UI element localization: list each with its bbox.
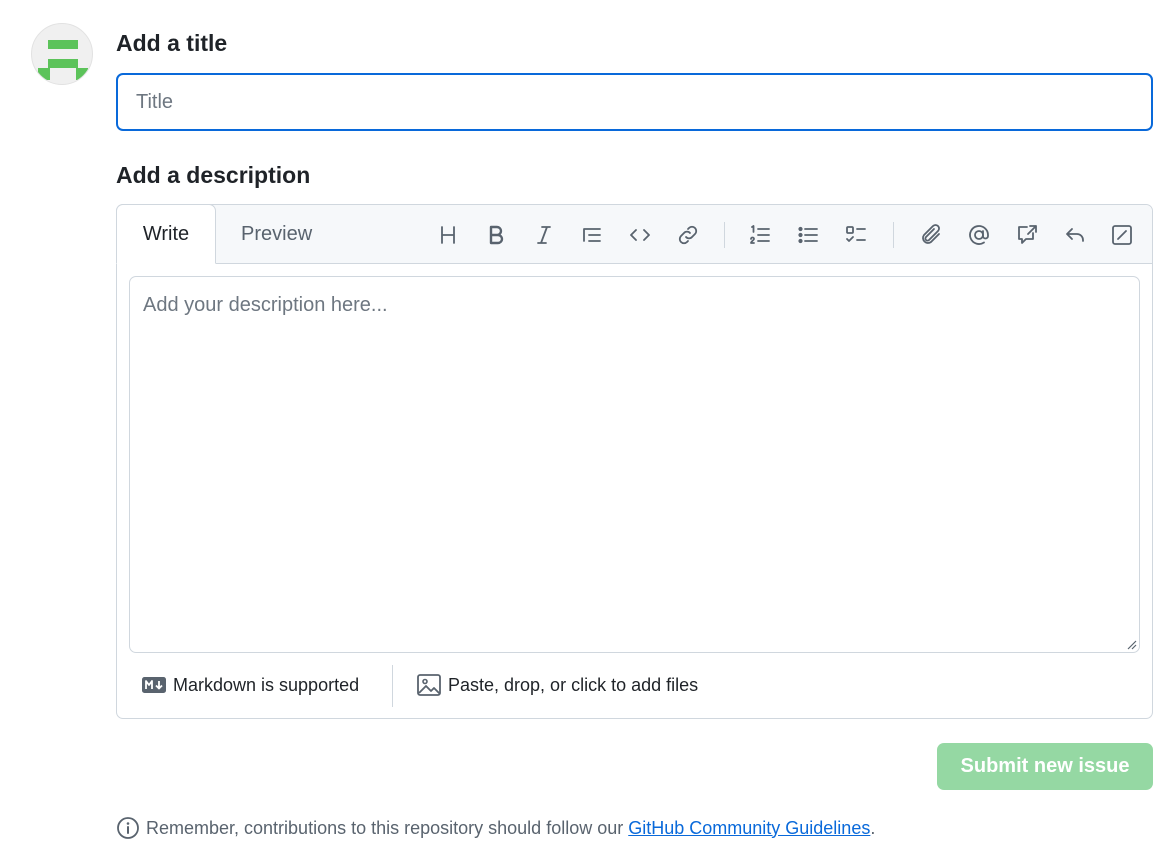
reference-icon[interactable] (1013, 221, 1041, 249)
toolbar-divider (724, 222, 725, 248)
add-files-button[interactable]: Paste, drop, or click to add files (417, 671, 698, 699)
task-list-icon[interactable] (842, 221, 870, 249)
add-files-label: Paste, drop, or click to add files (448, 674, 699, 695)
avatar (31, 23, 93, 85)
title-input[interactable] (116, 73, 1153, 131)
markdown-label: Markdown is supported (173, 674, 360, 695)
italic-icon[interactable] (530, 221, 558, 249)
image-icon (417, 674, 441, 696)
identicon-icon (38, 40, 88, 80)
notice-text: Remember, contributions to this reposito… (146, 817, 624, 838)
editor-toolbar: Write Preview (116, 204, 1152, 264)
info-icon (117, 817, 139, 839)
markdown-icon (142, 677, 166, 693)
reply-icon[interactable] (1061, 221, 1089, 249)
toolbar-divider (893, 222, 894, 248)
ordered-list-icon[interactable] (746, 221, 774, 249)
link-icon[interactable] (674, 221, 702, 249)
submit-new-issue-button[interactable]: Submit new issue (937, 743, 1153, 790)
description-heading: Add a description (116, 162, 311, 188)
attach-icon[interactable] (917, 221, 945, 249)
code-icon[interactable] (626, 221, 654, 249)
community-guidelines-link[interactable]: GitHub Community Guidelines (628, 818, 870, 839)
slash-command-icon[interactable] (1108, 221, 1136, 249)
markdown-supported-link[interactable]: Markdown is supported (142, 671, 359, 699)
unordered-list-icon[interactable] (794, 221, 822, 249)
mention-icon[interactable] (965, 221, 993, 249)
resize-handle-icon[interactable] (1125, 638, 1137, 650)
footer-divider (392, 665, 393, 707)
guidelines-notice: Remember, contributions to this reposito… (116, 815, 875, 841)
title-heading: Add a title (116, 30, 228, 56)
tab-write[interactable]: Write (116, 204, 216, 264)
description-textarea[interactable] (129, 276, 1140, 653)
description-editor: Write Preview Add your description here.… (116, 204, 1153, 719)
notice-trailing: . (870, 817, 876, 838)
heading-icon[interactable] (434, 221, 462, 249)
tab-preview[interactable]: Preview (241, 205, 312, 264)
quote-icon[interactable] (578, 221, 606, 249)
bold-icon[interactable] (482, 221, 510, 249)
